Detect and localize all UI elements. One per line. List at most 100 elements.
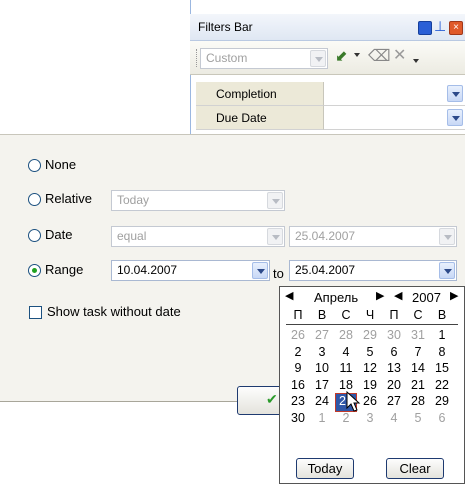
calendar-day[interactable]: 28	[408, 394, 428, 411]
calendar-day[interactable]: 23	[288, 394, 308, 411]
checkmark-icon: ✔	[266, 391, 278, 407]
date-picker-calendar: ◀ Апрель ▶ ◀ 2007 ▶ ПВСЧПСВ 26 27 28 29 30 31…	[279, 286, 465, 484]
add-filter-dropdown-icon[interactable]	[354, 53, 360, 57]
chevron-down-icon[interactable]	[439, 262, 455, 279]
date-value: 25.04.2007	[295, 229, 356, 243]
weekday-label: Ч	[365, 308, 375, 322]
relative-select[interactable]: Today	[111, 190, 285, 211]
calendar-day[interactable]: 16	[288, 378, 308, 395]
calendar-day[interactable]: 14	[408, 361, 428, 378]
today-button[interactable]: Today	[296, 458, 354, 479]
calendar-day[interactable]: 13	[384, 361, 404, 378]
grid-row-label: Due Date	[216, 111, 267, 125]
filters-bar-titlebar: Filters Bar ⊥ ×	[190, 14, 465, 41]
calendar-day[interactable]: 24	[312, 394, 332, 411]
calendar-day[interactable]: 2	[288, 345, 308, 362]
calendar-day[interactable]: 17	[312, 378, 332, 395]
pin-icon[interactable]: ⊥	[434, 18, 446, 35]
show-without-date-label: Show task without date	[47, 304, 181, 319]
calendar-divider	[286, 324, 458, 325]
relative-label: Relative	[45, 191, 92, 206]
range-radio[interactable]	[28, 264, 41, 277]
range-label: Range	[45, 262, 84, 277]
chevron-down-icon[interactable]	[267, 192, 283, 209]
calendar-day[interactable]: 27	[384, 394, 404, 411]
calendar-day[interactable]: 5	[408, 411, 428, 428]
add-filter-icon[interactable]: ⬋	[335, 47, 348, 65]
grid-label-cell: Due Date	[196, 106, 324, 130]
date-operator-value: equal	[117, 229, 147, 243]
toolbar-overflow-icon[interactable]	[413, 59, 419, 63]
calendar-day[interactable]: 21	[408, 378, 428, 395]
calendar-day[interactable]: 22	[432, 378, 452, 395]
calendar-day[interactable]: 8	[432, 345, 452, 362]
next-year-icon[interactable]: ▶	[450, 289, 458, 302]
calendar-month[interactable]: Апрель	[314, 290, 358, 305]
calendar-year[interactable]: 2007	[412, 290, 441, 305]
none-radio[interactable]	[28, 159, 41, 172]
date-value-select[interactable]: 25.04.2007	[289, 226, 457, 247]
delete-icon[interactable]: ✕	[393, 45, 406, 65]
calendar-day[interactable]: 29	[360, 328, 380, 345]
calendar-day[interactable]: 1	[432, 328, 452, 345]
calendar-day[interactable]: 3	[312, 345, 332, 362]
calendar-day[interactable]: 26	[288, 328, 308, 345]
calendar-day[interactable]: 2	[336, 411, 356, 428]
prev-year-icon[interactable]: ◀	[394, 289, 402, 302]
date-label: Date	[45, 227, 73, 242]
calendar-day[interactable]: 15	[432, 361, 452, 378]
show-without-date-checkbox[interactable]	[29, 306, 42, 319]
calendar-day[interactable]: 6	[384, 345, 404, 362]
range-to-label: to	[273, 266, 284, 281]
mouse-cursor-icon	[346, 391, 361, 412]
chevron-down-icon[interactable]	[439, 228, 455, 245]
calendar-day[interactable]: 1	[312, 411, 332, 428]
calendar-day[interactable]: 28	[336, 328, 356, 345]
calendar-day[interactable]: 20	[384, 378, 404, 395]
chevron-down-icon[interactable]	[267, 228, 283, 245]
calendar-day[interactable]: 9	[288, 361, 308, 378]
calendar-day[interactable]: 3	[360, 411, 380, 428]
eraser-icon[interactable]: ⌫	[368, 46, 391, 66]
prev-month-icon[interactable]: ◀	[285, 289, 293, 302]
calendar-day[interactable]: 11	[336, 361, 356, 378]
relative-radio[interactable]	[28, 193, 41, 206]
maximize-icon[interactable]	[418, 21, 432, 35]
chevron-down-icon[interactable]	[447, 85, 463, 102]
calendar-day[interactable]: 31	[408, 328, 428, 345]
chevron-down-icon[interactable]	[447, 109, 463, 126]
calendar-day[interactable]: 6	[432, 411, 452, 428]
calendar-day[interactable]: 30	[288, 411, 308, 428]
calendar-day[interactable]: 5	[360, 345, 380, 362]
range-from-select[interactable]: 10.04.2007	[111, 260, 270, 281]
weekday-label: В	[317, 308, 327, 322]
calendar-day[interactable]: 4	[336, 345, 356, 362]
calendar-day[interactable]: 7	[408, 345, 428, 362]
range-to-value: 25.04.2007	[295, 263, 356, 277]
calendar-day[interactable]: 4	[384, 411, 404, 428]
calendar-day[interactable]: 12	[360, 361, 380, 378]
calendar-day[interactable]: 30	[384, 328, 404, 345]
date-operator-select[interactable]: equal	[111, 226, 285, 247]
weekday-label: С	[341, 308, 351, 322]
clear-button[interactable]: Clear	[386, 458, 444, 479]
calendar-day[interactable]: 29	[432, 394, 452, 411]
weekday-label: С	[413, 308, 423, 322]
grid-value-cell[interactable]	[324, 106, 465, 130]
range-to-select[interactable]: 25.04.2007	[289, 260, 457, 281]
weekday-label: В	[437, 308, 447, 322]
calendar-day[interactable]: 26	[360, 394, 380, 411]
weekday-label: П	[389, 308, 399, 322]
preset-select[interactable]: Custom	[200, 48, 328, 69]
chevron-down-icon[interactable]	[310, 50, 326, 67]
none-label: None	[45, 157, 77, 172]
calendar-day[interactable]: 10	[312, 361, 332, 378]
calendar-day[interactable]: 27	[312, 328, 332, 345]
toolbar-grip	[196, 49, 199, 67]
chevron-down-icon[interactable]	[252, 262, 268, 279]
next-month-icon[interactable]: ▶	[376, 289, 384, 302]
calendar-day[interactable]: 19	[360, 378, 380, 395]
grid-value-cell[interactable]	[324, 82, 465, 106]
date-radio[interactable]	[28, 229, 41, 242]
close-icon[interactable]: ×	[449, 21, 463, 35]
